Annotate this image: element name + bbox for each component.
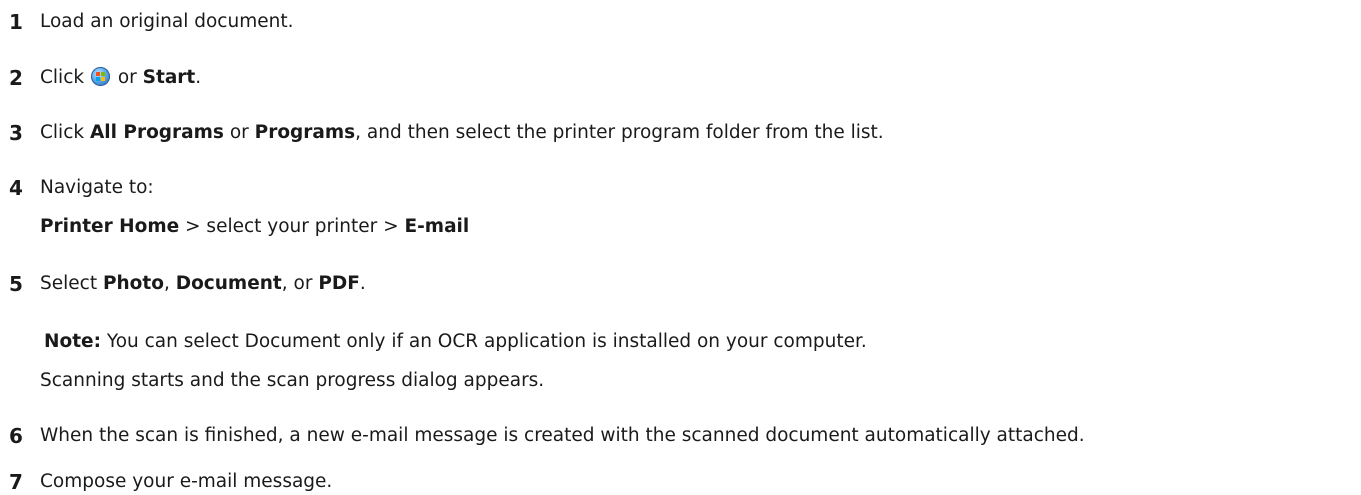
step-text: Compose your e-mail message. [40, 471, 333, 492]
ui-term-e-mail: E-mail [404, 216, 470, 237]
ui-term-pdf: PDF [318, 273, 360, 294]
step-5-result: Scanning starts and the scan progress di… [40, 369, 544, 393]
step-text: , and then select the printer program fo… [355, 122, 884, 143]
step-6-text: When the scan is finished, a new e-mail … [40, 424, 1085, 448]
step-text: Click [40, 67, 90, 88]
step-number: 6 [9, 424, 23, 448]
step-text: Click [40, 122, 90, 143]
step-text: When the scan is finished, a new e-mail … [40, 425, 1085, 446]
step-text: , or [281, 273, 319, 294]
windows-start-orb-icon [90, 67, 110, 86]
ui-term-printer-home: Printer Home [40, 216, 180, 237]
ui-term-all-programs: All Programs [89, 122, 224, 143]
step-text: or [111, 67, 143, 88]
step-text: . [195, 67, 202, 88]
ui-term-start: Start [142, 67, 196, 88]
step-number: 5 [9, 272, 23, 296]
step-text: Navigate to: [40, 177, 154, 198]
navigation-path: Printer Home > select your printer > E-m… [40, 215, 469, 239]
ui-term-photo: Photo [102, 273, 164, 294]
step-2-text: Click or Start. [40, 66, 201, 90]
step-number: 2 [9, 66, 23, 90]
instructions-document: 1 Load an original document. 2 Click or … [0, 0, 1361, 495]
step-text: Scanning starts and the scan progress di… [40, 370, 545, 391]
step-number: 1 [9, 10, 23, 34]
step-5-text: Select Photo, Document, or PDF. [40, 272, 366, 296]
note-text: You can select Document only if an OCR a… [100, 331, 867, 352]
path-text: > select your printer > [179, 216, 405, 237]
step-3-text: Click All Programs or Programs, and then… [40, 121, 884, 145]
step-text: . [359, 273, 366, 294]
ui-term-programs: Programs [254, 122, 356, 143]
step-text: or [223, 122, 255, 143]
step-text: Select [40, 273, 103, 294]
step-7-text: Compose your e-mail message. [40, 470, 332, 494]
step-number: 7 [9, 470, 23, 494]
step-1-text: Load an original document. [40, 10, 293, 34]
step-number: 4 [9, 176, 23, 200]
note-label: Note: [44, 331, 101, 352]
note: Note: You can select Document only if an… [44, 330, 867, 354]
step-number: 3 [9, 121, 23, 145]
step-4-text: Navigate to: [40, 176, 154, 200]
ui-term-document: Document [175, 273, 282, 294]
step-text: Load an original document. [40, 11, 294, 32]
step-text: , [163, 273, 176, 294]
